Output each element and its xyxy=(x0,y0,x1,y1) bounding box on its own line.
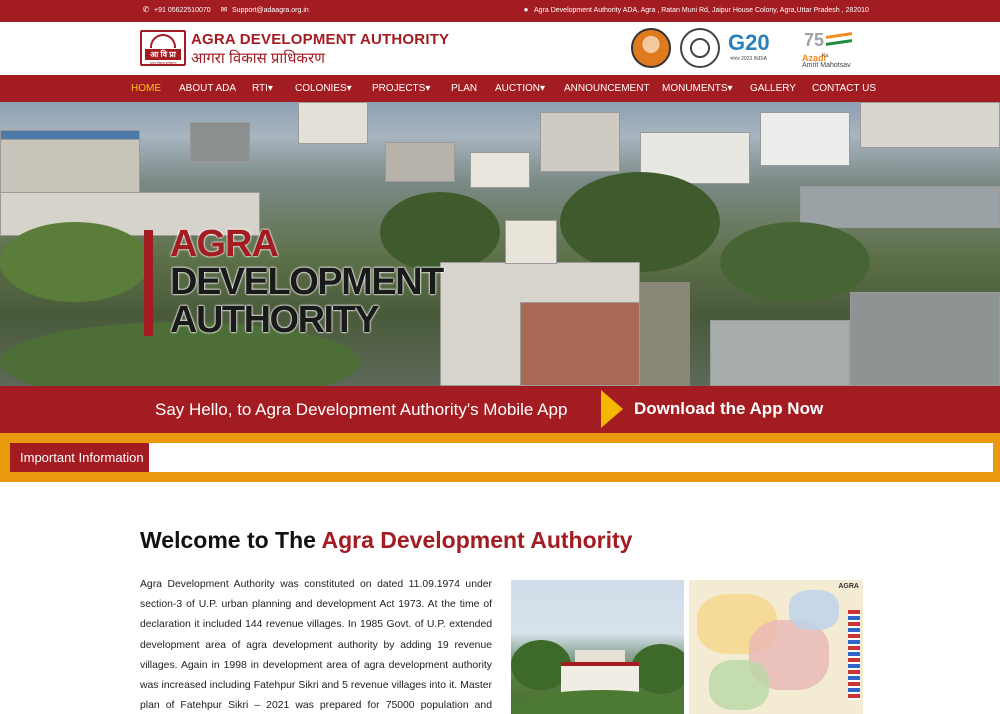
top-contact-bar: ✆ +91 05622510070 ✉ Support@adaagra.org.… xyxy=(0,0,1000,22)
hero-accent-bar xyxy=(144,230,153,336)
hero-title-line1: AGRA xyxy=(170,223,279,265)
important-info-label: Important Information xyxy=(10,443,149,472)
map-legend xyxy=(848,610,860,700)
hero-building xyxy=(860,102,1000,148)
map-zone xyxy=(709,660,769,710)
chief-minister-portrait xyxy=(631,28,671,68)
site-title-hi[interactable]: आगरा विकास प्राधिकरण xyxy=(191,48,325,68)
nav-plan[interactable]: PLAN xyxy=(451,83,477,94)
hero-title-line2: DEVELOPMENT xyxy=(170,261,444,303)
hero-building xyxy=(470,152,530,188)
nav-announcement[interactable]: ANNOUNCEMENT xyxy=(564,83,650,94)
logo-mark: आ वि प्रा xyxy=(145,49,181,60)
g20-subtext: भारत 2023 INDIA xyxy=(730,56,767,62)
hero-title-line3: AUTHORITY xyxy=(170,299,380,341)
azadi-ka: Ka xyxy=(822,53,829,59)
nav-monuments[interactable]: MONUMENTS▾ xyxy=(662,83,733,94)
logo-arch xyxy=(150,34,176,48)
app-banner-text: Say Hello, to Agra Development Authority… xyxy=(155,400,568,419)
nav-home[interactable]: HOME xyxy=(131,83,161,94)
address-contact: ● Agra Development Authority ADA, Agra ,… xyxy=(522,6,869,14)
nav-projects[interactable]: PROJECTS▾ xyxy=(372,83,430,94)
ada-office-photo[interactable] xyxy=(511,580,684,714)
map-zone xyxy=(789,590,839,630)
site-header: आ वि प्रा आगरा विकास प्राधिकरण AGRA DEVE… xyxy=(0,22,1000,75)
welcome-heading: Welcome to The Agra Development Authorit… xyxy=(140,527,632,554)
nav-contact-us[interactable]: CONTACT US xyxy=(812,83,876,94)
hero-roof xyxy=(0,130,140,140)
hero-shed xyxy=(850,292,1000,386)
phone-contact[interactable]: ✆ +91 05622510070 xyxy=(142,6,211,14)
azadi-number: 75 xyxy=(804,30,825,50)
phone-icon: ✆ xyxy=(142,5,150,14)
hero-building xyxy=(0,130,140,200)
email-address[interactable]: Support@adaagra.org.in xyxy=(232,7,309,14)
hero-banner: AGRA DEVELOPMENT AUTHORITY xyxy=(0,102,1000,386)
welcome-heading-accent: Agra Development Authority xyxy=(321,527,633,553)
site-title-en[interactable]: AGRA DEVELOPMENT AUTHORITY xyxy=(191,31,449,48)
photo-lawn xyxy=(511,690,684,714)
main-navigation: HOME ABOUT ADA RTI▾ COLONIES▾ PROJECTS▾ … xyxy=(0,75,1000,102)
flag-icon xyxy=(826,32,852,46)
g20-text: G20 xyxy=(728,30,770,55)
hero-lawn xyxy=(0,222,150,302)
hero-trees xyxy=(380,192,500,272)
nav-about-ada[interactable]: ABOUT ADA xyxy=(179,83,236,94)
mobile-app-banner: Say Hello, to Agra Development Authority… xyxy=(0,386,1000,433)
important-info-ticker: Important Information xyxy=(10,443,993,472)
map-title: AGRA xyxy=(838,583,859,590)
phone-number[interactable]: +91 05622510070 xyxy=(154,7,211,14)
hero-trees xyxy=(560,172,720,272)
hero-building xyxy=(298,102,368,144)
hero-building xyxy=(190,122,250,162)
hero-building xyxy=(800,186,1000,228)
ada-logo[interactable]: आ वि प्रा आगरा विकास प्राधिकरण xyxy=(140,30,186,66)
address-text: Agra Development Authority ADA, Agra , R… xyxy=(534,6,869,14)
logo-caption: आगरा विकास प्राधिकरण xyxy=(149,61,177,65)
azadi-mahotsav: Amrit Mahotsav xyxy=(802,62,851,69)
arrow-right-icon xyxy=(601,390,623,428)
important-info-bar: Important Information xyxy=(0,433,1000,482)
agra-city-map[interactable]: AGRA xyxy=(689,580,863,714)
about-ada-text: Agra Development Authority was constitut… xyxy=(140,579,492,712)
nav-colonies[interactable]: COLONIES▾ xyxy=(295,83,352,94)
nav-gallery[interactable]: GALLERY xyxy=(750,83,796,94)
welcome-heading-prefix: Welcome to The xyxy=(140,527,322,553)
nav-auction[interactable]: AUCTION▾ xyxy=(495,83,545,94)
hero-building xyxy=(760,112,850,166)
hero-tower xyxy=(505,220,557,264)
mail-icon: ✉ xyxy=(220,5,228,14)
nav-rti[interactable]: RTI▾ xyxy=(252,83,273,94)
hero-building xyxy=(540,112,620,172)
up-govt-emblem xyxy=(680,28,720,68)
hero-building xyxy=(385,142,455,182)
email-contact[interactable]: ✉ Support@adaagra.org.in xyxy=(220,6,309,14)
globe-icon: ● xyxy=(523,5,529,14)
download-app-link[interactable]: Download the App Now xyxy=(634,399,823,419)
hero-trees xyxy=(720,222,870,302)
g20-logo: G20 भारत 2023 INDIA xyxy=(728,30,770,62)
hero-shed xyxy=(710,320,850,386)
hero-main-building-facade xyxy=(520,302,640,386)
azadi-ka-amrit-mahotsav-logo: 75 Azadi Ka Amrit Mahotsav xyxy=(800,30,864,70)
